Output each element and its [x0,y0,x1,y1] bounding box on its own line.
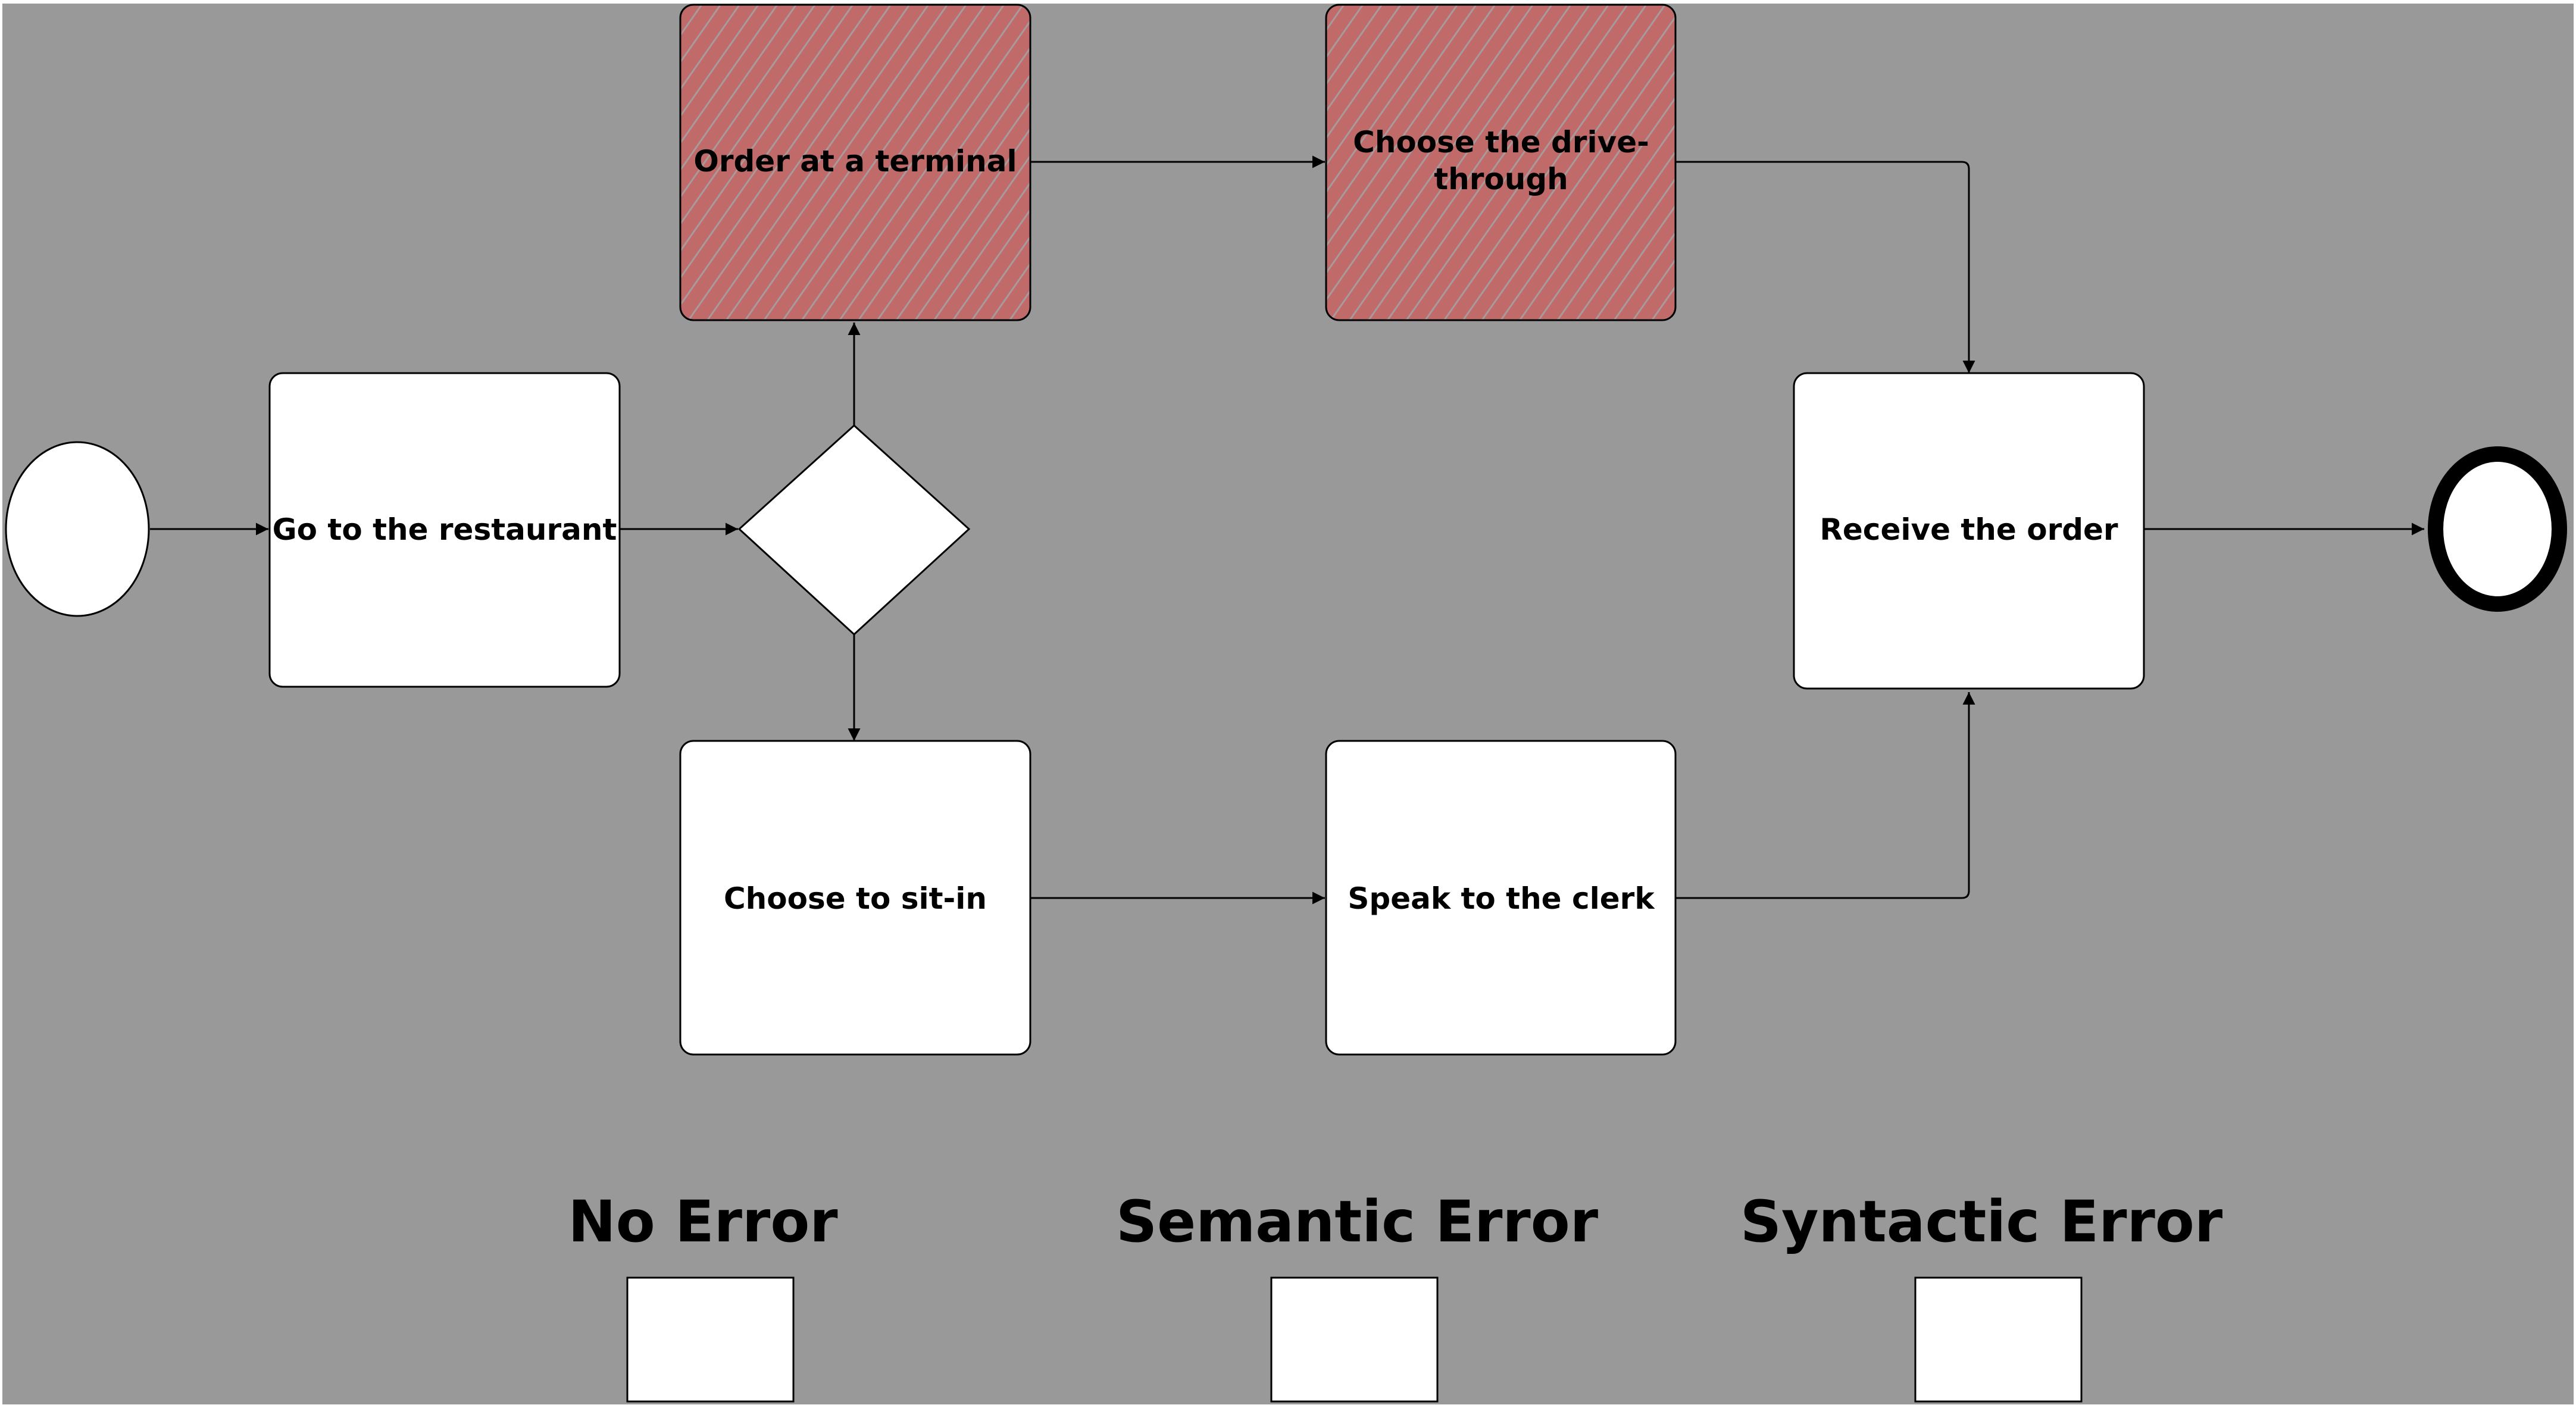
task-label-line-2: through [1434,162,1568,196]
bpmn-diagram: Go to the restaurant Order at a terminal… [5,4,2567,1403]
start-event[interactable] [5,441,150,617]
end-event[interactable] [2428,446,2567,612]
option-checkbox[interactable] [1914,1276,2083,1403]
answer-option-semantic-error[interactable]: Semantic Error [1116,1188,1599,1403]
task-go-to-restaurant[interactable]: Go to the restaurant [268,372,621,688]
answer-option-syntactic-error[interactable]: Syntactic Error [1740,1188,2223,1403]
task-order-at-terminal[interactable]: Order at a terminal [679,4,1031,321]
answer-option-no-error[interactable]: No Error [568,1188,838,1403]
task-receive-order[interactable]: Receive the order [1793,372,2145,690]
diagram-canvas: Go to the restaurant Order at a terminal… [2,4,2574,1404]
flow-drivethrough-to-receive[interactable] [1675,161,1975,373]
task-choose-drive-through[interactable]: Choose the drive- through [1325,4,1677,321]
task-label: Choose to sit-in [724,881,987,916]
option-label: Semantic Error [1116,1188,1599,1255]
task-label: Speak to the clerk [1348,881,1655,916]
option-checkbox[interactable] [1270,1276,1439,1403]
flow-clerk-to-receive[interactable] [1675,692,1975,899]
option-label: No Error [568,1188,838,1255]
option-label: Syntactic Error [1740,1188,2223,1255]
task-label: Receive the order [1820,512,2118,547]
task-label: Order at a terminal [693,144,1017,179]
task-label: Go to the restaurant [273,512,617,547]
exclusive-gateway[interactable] [737,424,971,636]
task-speak-to-clerk[interactable]: Speak to the clerk [1325,740,1677,1056]
option-checkbox[interactable] [626,1276,795,1403]
task-choose-sit-in[interactable]: Choose to sit-in [679,740,1031,1056]
task-label-line-1: Choose the drive- [1353,125,1649,159]
